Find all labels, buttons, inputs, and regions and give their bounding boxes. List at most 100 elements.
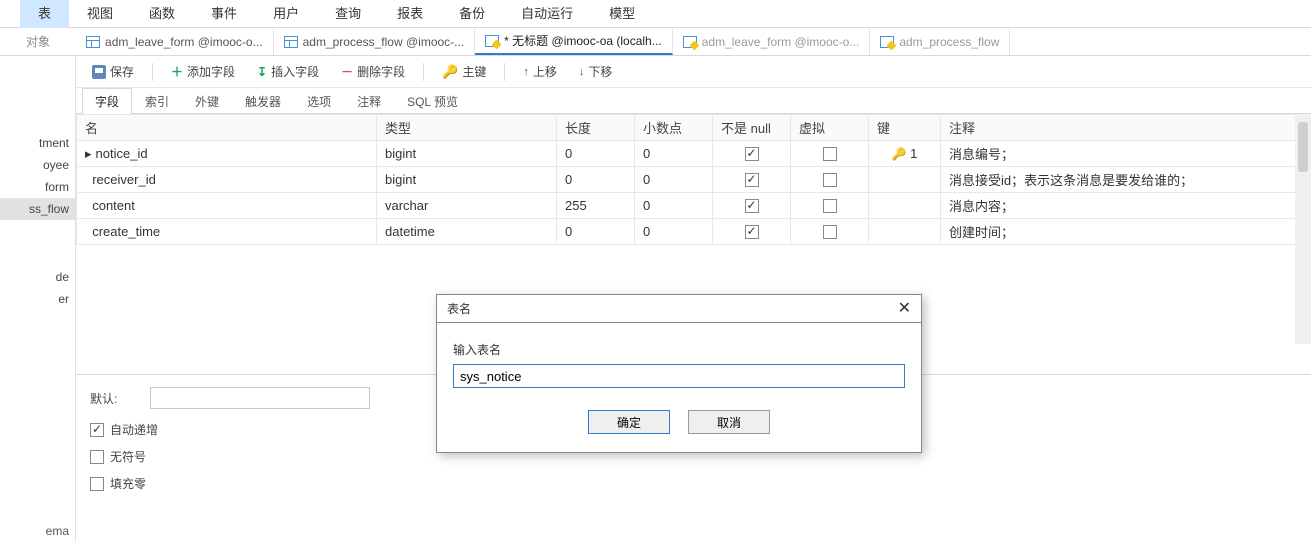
notnull-checkbox[interactable] [745, 199, 759, 213]
tab-adm-process-flow-design[interactable]: adm_process_flow [870, 28, 1010, 55]
virtual-checkbox[interactable] [823, 147, 837, 161]
tab-adm-leave-form-design[interactable]: adm_leave_form @imooc-o... [673, 28, 871, 55]
delete-field-button[interactable]: － 删除字段 [333, 61, 413, 82]
cell-length[interactable]: 0 [557, 219, 635, 245]
object-tab[interactable]: 对象 [0, 33, 76, 50]
cell-comment[interactable]: 消息内容； [941, 193, 1311, 219]
cell-virtual[interactable] [791, 193, 869, 219]
tab-untitled-design[interactable]: * 无标题 @imooc-oa (localh... [475, 28, 673, 55]
cell-notnull[interactable] [713, 141, 791, 167]
menu-autorun[interactable]: 自动运行 [503, 0, 591, 28]
menu-report[interactable]: 报表 [379, 0, 441, 28]
menu-event[interactable]: 事件 [193, 0, 255, 28]
close-icon[interactable]: ✕ [898, 301, 911, 317]
move-down-button[interactable]: ↓ 下移 [571, 61, 621, 82]
col-notnull[interactable]: 不是 null [713, 115, 791, 141]
cell-length[interactable]: 255 [557, 193, 635, 219]
table-row[interactable]: receiver_idbigint00消息接受id；表示这条消息是要发给谁的； [77, 167, 1311, 193]
subtab-comment[interactable]: 注释 [344, 88, 394, 114]
cell-decimals[interactable]: 0 [635, 219, 713, 245]
col-virtual[interactable]: 虚拟 [791, 115, 869, 141]
cell-type[interactable]: varchar [377, 193, 557, 219]
tree-item[interactable]: er [0, 288, 75, 310]
menu-function[interactable]: 函数 [131, 0, 193, 28]
col-comment[interactable]: 注释 [941, 115, 1311, 141]
virtual-checkbox[interactable] [823, 199, 837, 213]
col-key[interactable]: 键 [869, 115, 941, 141]
menu-table[interactable]: 表 [20, 0, 69, 28]
tree-item-selected[interactable]: ss_flow [0, 198, 75, 220]
primary-key-button[interactable]: 🔑 主键 [434, 61, 494, 82]
notnull-checkbox[interactable] [745, 147, 759, 161]
subtab-fields[interactable]: 字段 [82, 88, 132, 114]
cell-virtual[interactable] [791, 167, 869, 193]
menu-user[interactable]: 用户 [255, 0, 317, 28]
subtab-sql-preview[interactable]: SQL 预览 [394, 88, 471, 114]
tree-item[interactable]: oyee [0, 154, 75, 176]
subtab-options[interactable]: 选项 [294, 88, 344, 114]
cancel-button[interactable]: 取消 [688, 410, 770, 434]
cell-decimals[interactable]: 0 [635, 141, 713, 167]
tree-item[interactable]: form [0, 176, 75, 198]
cell-notnull[interactable] [713, 167, 791, 193]
cell-notnull[interactable] [713, 219, 791, 245]
col-type[interactable]: 类型 [377, 115, 557, 141]
scroll-thumb[interactable] [1298, 122, 1308, 172]
cell-comment[interactable]: 消息接受id；表示这条消息是要发给谁的； [941, 167, 1311, 193]
subtab-foreign-keys[interactable]: 外键 [182, 88, 232, 114]
tab-adm-process-flow-open[interactable]: adm_process_flow @imooc-... [274, 28, 476, 55]
cell-name[interactable]: content [77, 193, 377, 219]
cell-type[interactable]: datetime [377, 219, 557, 245]
subtab-triggers[interactable]: 触发器 [232, 88, 294, 114]
default-input[interactable] [150, 387, 370, 409]
cell-comment[interactable]: 创建时间； [941, 219, 1311, 245]
subtab-indexes[interactable]: 索引 [132, 88, 182, 114]
virtual-checkbox[interactable] [823, 225, 837, 239]
cell-key[interactable] [869, 167, 941, 193]
cell-type[interactable]: bigint [377, 141, 557, 167]
save-button[interactable]: 保存 [84, 61, 142, 82]
cell-length[interactable]: 0 [557, 141, 635, 167]
table-name-input[interactable] [453, 364, 905, 388]
cell-length[interactable]: 0 [557, 167, 635, 193]
cell-name[interactable]: receiver_id [77, 167, 377, 193]
tree-item[interactable]: de [0, 266, 75, 288]
cell-decimals[interactable]: 0 [635, 193, 713, 219]
cell-type[interactable]: bigint [377, 167, 557, 193]
dialog-titlebar[interactable]: 表名 ✕ [437, 295, 921, 323]
cell-virtual[interactable] [791, 141, 869, 167]
cell-decimals[interactable]: 0 [635, 167, 713, 193]
move-up-button[interactable]: ↑ 上移 [515, 61, 565, 82]
menu-view[interactable]: 视图 [69, 0, 131, 28]
notnull-checkbox[interactable] [745, 225, 759, 239]
col-decimals[interactable]: 小数点 [635, 115, 713, 141]
menu-backup[interactable]: 备份 [441, 0, 503, 28]
cell-comment[interactable]: 消息编号； [941, 141, 1311, 167]
auto-increment-checkbox[interactable] [90, 423, 104, 437]
unsigned-checkbox[interactable] [90, 450, 104, 464]
cell-key[interactable] [869, 219, 941, 245]
ok-button[interactable]: 确定 [588, 410, 670, 434]
col-length[interactable]: 长度 [557, 115, 635, 141]
cell-virtual[interactable] [791, 219, 869, 245]
field-grid[interactable]: 名 类型 长度 小数点 不是 null 虚拟 键 注释 ▸notice_idbi… [76, 114, 1311, 245]
virtual-checkbox[interactable] [823, 173, 837, 187]
cell-name[interactable]: ▸notice_id [77, 141, 377, 167]
cell-key[interactable]: 🔑 1 [869, 141, 941, 167]
add-field-button[interactable]: ＋ 添加字段 [163, 61, 243, 82]
zerofill-checkbox[interactable] [90, 477, 104, 491]
menu-model[interactable]: 模型 [591, 0, 653, 28]
table-row[interactable]: ▸notice_idbigint00🔑 1消息编号； [77, 141, 1311, 167]
cell-key[interactable] [869, 193, 941, 219]
cell-name[interactable]: create_time [77, 219, 377, 245]
tree-item[interactable]: tment [0, 132, 75, 154]
table-row[interactable]: create_timedatetime00创建时间； [77, 219, 1311, 245]
cell-notnull[interactable] [713, 193, 791, 219]
tab-adm-leave-form-open[interactable]: adm_leave_form @imooc-o... [76, 28, 274, 55]
insert-field-button[interactable]: ↧ 插入字段 [249, 61, 327, 82]
vertical-scrollbar[interactable] [1295, 114, 1311, 344]
col-name[interactable]: 名 [77, 115, 377, 141]
table-row[interactable]: contentvarchar2550 消息内容； [77, 193, 1311, 219]
notnull-checkbox[interactable] [745, 173, 759, 187]
menu-query[interactable]: 查询 [317, 0, 379, 28]
